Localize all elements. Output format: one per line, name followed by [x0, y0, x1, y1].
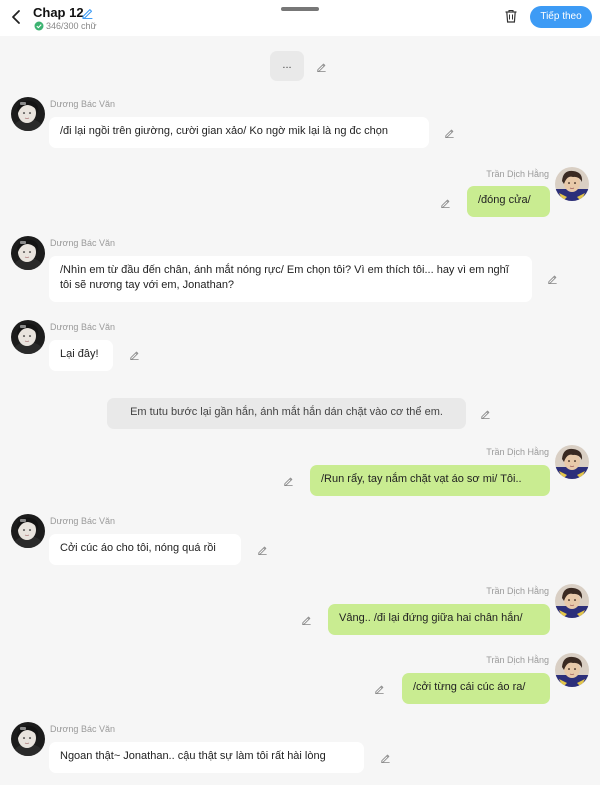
top-bar: Chap 12 346/300 chữ Tiếp theo	[0, 0, 600, 36]
avatar-duong-bac-van[interactable]	[11, 97, 45, 131]
avatar-tran-dich-hang[interactable]	[555, 445, 589, 479]
edit-pencil-icon[interactable]	[283, 475, 294, 486]
sender-name: Dương Bác Văn	[50, 724, 115, 734]
word-count-text: 346/300 chữ	[46, 21, 97, 31]
narration-bubble[interactable]: ...	[270, 51, 304, 81]
avatar-duong-bac-van[interactable]	[11, 722, 45, 756]
edit-pencil-icon[interactable]	[374, 683, 385, 694]
edit-pencil-icon[interactable]	[380, 752, 391, 763]
narration-bubble[interactable]: Em tutu bước lại gần hắn, ánh mắt hắn dá…	[107, 398, 466, 429]
sender-name: Trần Dịch Hằng	[486, 447, 549, 457]
sender-name: Trần Dịch Hằng	[486, 655, 549, 665]
title-block: Chap 12 346/300 chữ	[33, 4, 97, 31]
message-bubble[interactable]: Vâng.. /đi lại đứng giữa hai chân hắn/	[328, 604, 550, 635]
message-bubble[interactable]: Cởi cúc áo cho tôi, nóng quá rồi	[49, 534, 241, 565]
edit-pencil-icon[interactable]	[547, 273, 558, 284]
message-bubble[interactable]: /đóng cửa/	[467, 186, 550, 217]
message-bubble[interactable]: Ngoan thật~ Jonathan.. cậu thật sự làm t…	[49, 742, 364, 773]
message-bubble[interactable]: /đi lại ngồi trên giường, cười gian xảo/…	[49, 117, 429, 148]
edit-title-pencil-icon[interactable]	[81, 6, 94, 19]
avatar-tran-dich-hang[interactable]	[555, 167, 589, 201]
sender-name: Trần Dịch Hằng	[486, 169, 549, 179]
avatar-duong-bac-van[interactable]	[11, 320, 45, 354]
sender-name: Dương Bác Văn	[50, 516, 115, 526]
edit-pencil-icon[interactable]	[440, 197, 451, 208]
sender-name: Trần Dịch Hằng	[486, 586, 549, 596]
drag-handle[interactable]	[281, 7, 319, 11]
edit-pencil-icon[interactable]	[316, 61, 327, 72]
word-count: 346/300 chữ	[34, 21, 97, 31]
sender-name: Dương Bác Văn	[50, 322, 115, 332]
edit-pencil-icon[interactable]	[480, 408, 491, 419]
message-bubble[interactable]: /Run rẩy, tay nắm chặt vạt áo sơ mi/ Tôi…	[310, 465, 550, 496]
message-bubble[interactable]: /Nhìn em từ đầu đến chân, ánh mắt nóng r…	[49, 256, 532, 302]
edit-pencil-icon[interactable]	[257, 544, 268, 555]
next-button[interactable]: Tiếp theo	[530, 6, 592, 28]
avatar-tran-dich-hang[interactable]	[555, 584, 589, 618]
avatar-duong-bac-van[interactable]	[11, 514, 45, 548]
avatar-tran-dich-hang[interactable]	[555, 653, 589, 687]
sender-name: Dương Bác Văn	[50, 99, 115, 109]
back-arrow-icon[interactable]	[8, 8, 26, 26]
message-bubble[interactable]: Lại đây!	[49, 340, 113, 371]
edit-pencil-icon[interactable]	[129, 349, 140, 360]
check-circle-icon	[34, 21, 44, 31]
message-bubble[interactable]: /cởi từng cái cúc áo ra/	[402, 673, 550, 704]
sender-name: Dương Bác Văn	[50, 238, 115, 248]
chapter-title: Chap 12	[33, 5, 84, 20]
edit-pencil-icon[interactable]	[444, 127, 455, 138]
trash-icon[interactable]	[503, 8, 519, 24]
edit-pencil-icon[interactable]	[301, 614, 312, 625]
avatar-duong-bac-van[interactable]	[11, 236, 45, 270]
